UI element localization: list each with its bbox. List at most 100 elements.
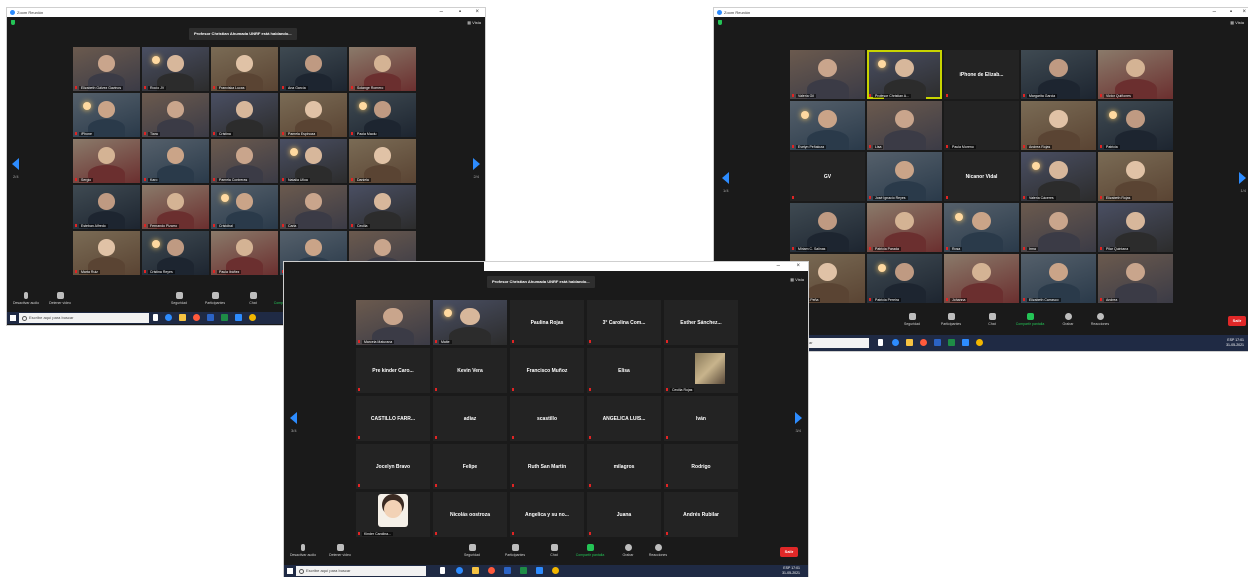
chrome-browser-icon[interactable] [249, 314, 256, 321]
minimize-icon[interactable]: – [1213, 8, 1216, 17]
participant-name-tile[interactable]: Angelica y su no... [510, 492, 584, 537]
participant-name-tile[interactable]: Nicolás oostroza [433, 492, 507, 537]
participant-name-tile[interactable]: Paulina Rojas [510, 300, 584, 345]
file-explorer-icon[interactable] [472, 567, 479, 574]
participant-name-tile[interactable]: 3° Carolina Com... [587, 300, 661, 345]
participant-name-tile[interactable]: CASTILLO FARR... [356, 396, 430, 441]
zoom-app-icon[interactable] [962, 339, 969, 346]
participant-name-tile[interactable]: Ruth San Martín [510, 444, 584, 489]
view-button[interactable]: ▦ Vista [790, 277, 804, 282]
participant-name-tile[interactable]: Juana [587, 492, 661, 537]
participant-video-tile[interactable]: Daniela [349, 139, 416, 183]
participant-video-tile[interactable]: Valeria Cáceres [1021, 152, 1096, 201]
next-page-arrow-icon[interactable] [1239, 172, 1246, 184]
minimize-icon[interactable]: – [440, 8, 443, 17]
participant-name-tile[interactable]: Andrés Rubilar [664, 492, 738, 537]
security-button[interactable]: Seguridad [165, 292, 193, 305]
participant-video-tile[interactable]: Evelyn Peñaloza [790, 101, 865, 150]
minimize-icon[interactable]: – [777, 262, 780, 271]
participant-video-tile[interactable]: Tiara [142, 93, 209, 137]
maximize-icon[interactable]: ▪ [459, 8, 461, 17]
participant-video-tile[interactable]: Irma [1021, 203, 1096, 252]
participant-video-tile[interactable]: Andrea Rojas [1021, 101, 1096, 150]
word-app-icon[interactable] [504, 567, 511, 574]
participant-name-tile[interactable]: Jocelyn Bravo [356, 444, 430, 489]
edge-browser-icon[interactable] [165, 314, 172, 321]
participant-video-tile[interactable]: Cristina Reyes [142, 231, 209, 275]
participant-name-tile[interactable]: Esther Sánchez... [664, 300, 738, 345]
participant-video-tile[interactable]: Margarita Garcia [1021, 50, 1096, 99]
store-icon[interactable] [920, 339, 927, 346]
mute-button[interactable]: Desactivar audio [11, 292, 41, 305]
word-app-icon[interactable] [207, 314, 214, 321]
participant-video-tile[interactable]: Elizabeth Rojas [1098, 152, 1173, 201]
task-view-icon[interactable] [878, 339, 883, 346]
participant-video-tile[interactable]: Elizabeth Carrasco [1021, 254, 1096, 303]
zoom-app-icon[interactable] [235, 314, 242, 321]
excel-app-icon[interactable] [520, 567, 527, 574]
participant-video-tile[interactable]: Cristina [211, 93, 278, 137]
view-button[interactable]: ▦ Vista [467, 20, 481, 25]
chrome-browser-icon[interactable] [976, 339, 983, 346]
participant-video-tile[interactable]: Pamela Contreras [211, 139, 278, 183]
participant-video-tile[interactable]: Carla [280, 185, 347, 229]
participants-button[interactable]: Participantes [199, 292, 231, 305]
previous-page-arrow-icon[interactable] [290, 412, 297, 424]
close-icon[interactable]: × [475, 8, 479, 17]
word-app-icon[interactable] [934, 339, 941, 346]
share-screen-button[interactable]: Compartir pantalla [1010, 313, 1050, 326]
participant-video-tile[interactable]: Patricia Parada [867, 203, 942, 252]
participant-video-tile[interactable]: Fernando Pizarro [142, 185, 209, 229]
taskbar-search-box[interactable]: Escribe aquí para buscar [19, 313, 149, 323]
participant-video-tile[interactable]: Karo [142, 139, 209, 183]
security-button[interactable]: Seguridad [898, 313, 926, 326]
close-icon[interactable]: × [1242, 8, 1246, 17]
edge-browser-icon[interactable] [456, 567, 463, 574]
participant-video-tile[interactable]: Esteban Alfredo [73, 185, 140, 229]
participant-video-tile[interactable]: Marcela Maturana [356, 300, 430, 345]
chrome-browser-icon[interactable] [552, 567, 559, 574]
next-page-arrow-icon[interactable] [473, 158, 480, 170]
participant-video-tile[interactable]: Valeria Gil [790, 50, 865, 99]
participant-video-tile[interactable]: Solange Romero [349, 47, 416, 91]
participant-name-tile[interactable]: adiaz [433, 396, 507, 441]
participant-name-tile[interactable]: Kevin Vera [433, 348, 507, 393]
participant-name-tile[interactable]: Nicanor Vidal [944, 152, 1019, 201]
store-icon[interactable] [488, 567, 495, 574]
excel-app-icon[interactable] [221, 314, 228, 321]
leave-meeting-button[interactable]: Salir [780, 547, 798, 557]
participant-name-tile[interactable]: Francisco Muñoz [510, 348, 584, 393]
participants-button[interactable]: Participantes [934, 313, 968, 326]
participant-video-tile[interactable]: José Ignacio Reyes [867, 152, 942, 201]
file-explorer-icon[interactable] [906, 339, 913, 346]
taskbar-search-box[interactable]: Escribe aquí para buscar [296, 566, 426, 576]
participant-name-tile[interactable]: Iván [664, 396, 738, 441]
participant-video-tile[interactable]: Johanna [944, 254, 1019, 303]
participant-video-tile[interactable]: iPhone [73, 93, 140, 137]
participant-name-tile[interactable]: Pre kinder Caro... [356, 348, 430, 393]
taskbar-search-box[interactable]: ar [806, 338, 869, 348]
participant-video-tile[interactable]: Marta Ruiz [73, 231, 140, 275]
record-button[interactable]: Grabar [618, 544, 638, 557]
chat-button[interactable]: Chat [243, 292, 263, 305]
participant-name-tile[interactable]: Felipe [433, 444, 507, 489]
participant-video-tile[interactable]: Patricia Pereira [867, 254, 942, 303]
store-icon[interactable] [193, 314, 200, 321]
participant-video-tile[interactable]: Patricia [1098, 101, 1173, 150]
participant-video-tile[interactable]: Natalia Ulloa [280, 139, 347, 183]
stop-video-button[interactable]: Detener video [45, 292, 75, 305]
mute-button[interactable]: Desactivar audio [286, 544, 320, 557]
participants-button[interactable]: Participantes [498, 544, 532, 557]
participant-name-tile[interactable]: Elisa [587, 348, 661, 393]
reactions-button[interactable]: Reacciones [1086, 313, 1114, 326]
stop-video-button[interactable]: Detener video [324, 544, 356, 557]
zoom-app-icon[interactable] [536, 567, 543, 574]
participant-video-tile[interactable]: Andrea [1098, 254, 1173, 303]
participant-video-tile[interactable]: Miriam C. Salinas [790, 203, 865, 252]
file-explorer-icon[interactable] [179, 314, 186, 321]
participant-video-tile[interactable]: Paula Ibáñez [211, 231, 278, 275]
security-button[interactable]: Seguridad [458, 544, 486, 557]
leave-meeting-button[interactable]: Salir [1228, 316, 1246, 326]
excel-app-icon[interactable] [948, 339, 955, 346]
participant-video-tile[interactable]: Franciska Lucas [211, 47, 278, 91]
